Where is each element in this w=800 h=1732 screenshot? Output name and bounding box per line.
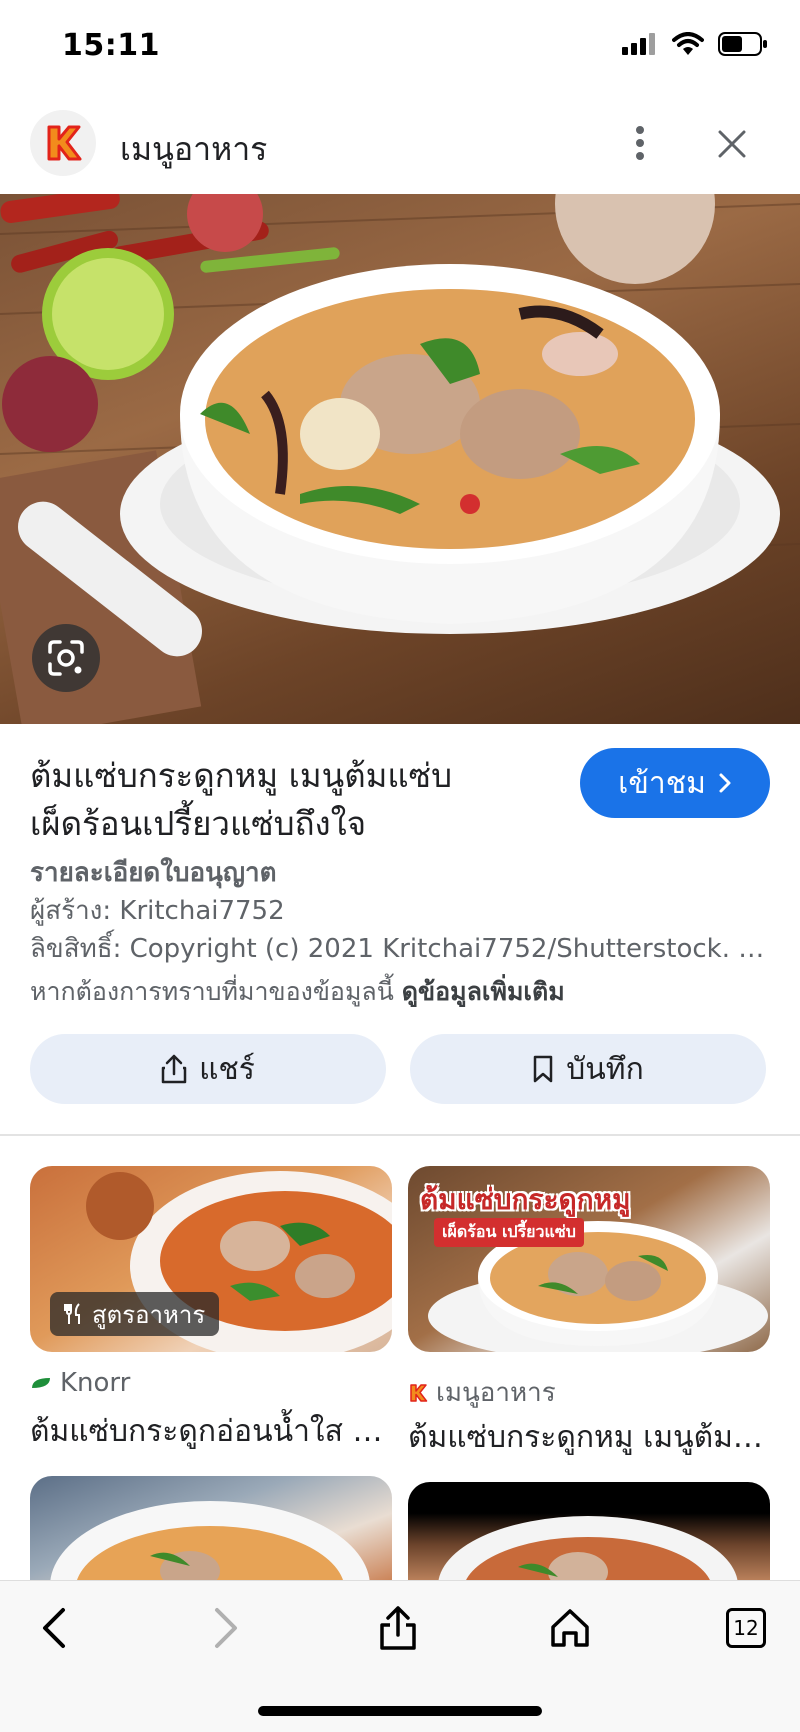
related-caption-1[interactable]: ต้มแซ่บกระดูกอ่อนน้ำใส สูตรเด็ด xyxy=(30,1408,386,1455)
forward-button[interactable] xyxy=(196,1598,256,1658)
share-icon xyxy=(380,1606,416,1650)
source-info-line: หากต้องการทราบที่มาของข้อมูลนี้ ดูข้อมูล… xyxy=(30,972,565,1012)
recipe-badge: สูตรอาหาร xyxy=(50,1292,220,1336)
chevron-right-icon xyxy=(215,1608,237,1648)
related-source-2-name: เมนูอาหาร xyxy=(436,1378,556,1408)
recipe-badge-label: สูตรอาหาร xyxy=(92,1300,206,1329)
related-soup-image-4 xyxy=(438,1516,738,1586)
more-vert-icon xyxy=(636,126,644,160)
dish-title-line1: ต้มแซ่บกระดูกหมู เมนูต้มแซ่บ xyxy=(30,756,453,795)
cellular-signal-icon xyxy=(622,33,655,55)
chevron-left-icon xyxy=(43,1608,65,1648)
site-logo-small-icon xyxy=(410,1383,428,1402)
wifi-icon xyxy=(672,32,704,55)
home-icon xyxy=(551,1609,589,1647)
visit-button-label: เข้าชม xyxy=(618,765,706,801)
share-button[interactable]: แชร์ xyxy=(30,1034,386,1104)
creator-text: ผู้สร้าง: Kritchai7752 xyxy=(30,896,285,926)
site-logo xyxy=(30,110,96,176)
share-icon xyxy=(161,1054,187,1084)
fork-knife-icon xyxy=(64,1303,80,1324)
status-time: 15:11 xyxy=(62,28,160,63)
license-details-title[interactable]: รายละเอียดใบอนุญาต xyxy=(30,852,277,893)
home-button[interactable] xyxy=(540,1598,600,1658)
related-card-image-3[interactable] xyxy=(30,1476,392,1586)
share-button-label: แชร์ xyxy=(199,1051,255,1087)
dish-title: ต้มแซ่บกระดูกหมู เมนูต้มแซ่บ เผ็ดร้อนเปร… xyxy=(30,752,550,848)
tabs-count-icon: 12 xyxy=(726,1608,766,1648)
close-button[interactable] xyxy=(710,122,754,166)
related-source-1-name: Knorr xyxy=(60,1368,131,1398)
source-info-prefix: หากต้องการทราบที่มาของข้อมูลนี้ xyxy=(30,977,402,1006)
visit-button[interactable]: เข้าชม xyxy=(580,748,770,818)
tabs-count: 12 xyxy=(733,1616,759,1640)
rights-text: ลิขสิทธิ์: Copyright (c) 2021 Kritchai77… xyxy=(30,934,770,964)
soup-bowl-illustration xyxy=(0,194,800,724)
back-button[interactable] xyxy=(24,1598,84,1658)
related-source-2[interactable]: เมนูอาหาร xyxy=(408,1372,556,1413)
chevron-right-icon xyxy=(719,773,731,793)
save-button[interactable]: บันทึก xyxy=(410,1034,766,1104)
card2-overlay-sub: เผ็ดร้อน เปรี้ยวแซ่บ xyxy=(434,1218,584,1247)
lens-camera-icon xyxy=(48,640,84,676)
related-soup-image-3 xyxy=(50,1501,370,1586)
knorr-logo-icon xyxy=(32,1378,50,1388)
bookmark-icon xyxy=(534,1055,553,1083)
close-icon xyxy=(718,130,746,158)
home-indicator xyxy=(258,1706,542,1716)
learn-more-link[interactable]: ดูข้อมูลเพิ่มเติม xyxy=(402,977,565,1006)
section-divider xyxy=(0,1134,800,1136)
related-card-image-2[interactable]: ต้มแซ่บกระดูกหมู เผ็ดร้อน เปรี้ยวแซ่บ xyxy=(408,1166,770,1352)
hero-image[interactable] xyxy=(0,194,800,724)
related-card-image-4[interactable] xyxy=(408,1482,770,1586)
save-button-label: บันทึก xyxy=(566,1051,644,1087)
share-page-button[interactable] xyxy=(368,1598,428,1658)
card2-overlay-title: ต้มแซ่บกระดูกหมู xyxy=(420,1183,631,1216)
lens-search-button[interactable] xyxy=(32,624,100,692)
related-source-1[interactable]: Knorr xyxy=(30,1368,130,1398)
dish-title-line2: เผ็ดร้อนเปรี้ยวแซ่บถึงใจ xyxy=(30,804,367,843)
more-options-button[interactable] xyxy=(620,118,660,168)
battery-icon xyxy=(718,32,767,56)
site-logo-icon xyxy=(47,125,82,161)
tabs-button[interactable]: 12 xyxy=(716,1598,776,1658)
status-icons xyxy=(622,32,768,56)
site-title: เมนูอาหาร xyxy=(120,130,268,168)
related-caption-2[interactable]: ต้มแซ่บกระดูกหมู เมนูต้มแซ่บ xyxy=(408,1414,770,1461)
